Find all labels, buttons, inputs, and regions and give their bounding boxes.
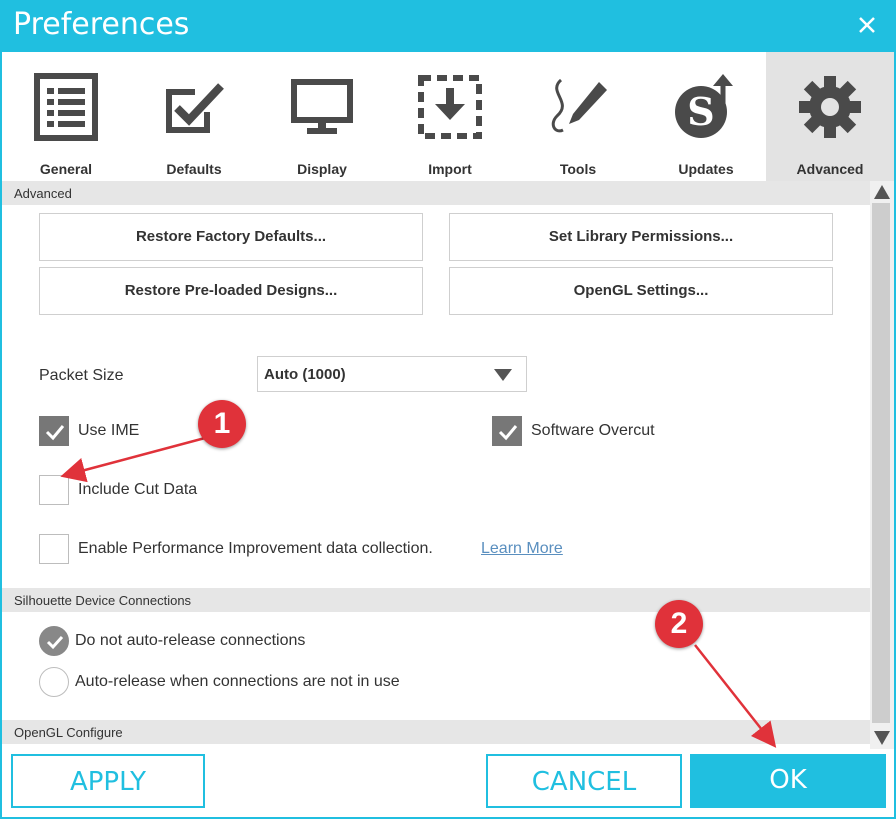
- tab-label: Display: [297, 161, 347, 177]
- checkmark-icon: [46, 635, 64, 650]
- section-header-device-connections: Silhouette Device Connections: [2, 588, 870, 612]
- tab-import[interactable]: Import: [386, 52, 514, 181]
- title-bar: Preferences: [0, 0, 896, 52]
- software-overcut-checkbox[interactable]: [492, 416, 522, 446]
- section-header-opengl: OpenGL Configure: [2, 720, 870, 744]
- dialog-footer: APPLY CANCEL OK: [2, 749, 894, 817]
- tab-label: Defaults: [166, 161, 222, 177]
- auto-release-radio[interactable]: [39, 667, 69, 697]
- tab-label: Tools: [559, 161, 597, 177]
- tab-label: General: [39, 161, 93, 177]
- packet-size-value: Auto (1000): [264, 366, 346, 383]
- tab-label: Import: [428, 161, 472, 177]
- software-overcut-label: Software Overcut: [531, 422, 655, 439]
- include-cut-data-label: Include Cut Data: [78, 481, 198, 498]
- tab-general[interactable]: General: [2, 52, 130, 181]
- use-ime-checkbox[interactable]: [39, 416, 69, 446]
- learn-more-link[interactable]: Learn More: [481, 540, 563, 558]
- opengl-settings-button[interactable]: OpenGL Settings...: [449, 267, 833, 315]
- tab-label: Advanced: [796, 161, 864, 177]
- preferences-tabs: General Defaults Display Import Tools S …: [2, 52, 894, 181]
- svg-text:S: S: [687, 89, 714, 134]
- pen-tool-icon: [551, 78, 607, 133]
- tab-label: Updates: [678, 161, 734, 177]
- include-cut-data-checkbox[interactable]: [39, 475, 69, 505]
- annotation-marker-2: 2: [655, 600, 703, 648]
- cancel-button[interactable]: CANCEL: [486, 754, 682, 808]
- tab-advanced[interactable]: Advanced: [766, 52, 894, 181]
- tab-defaults[interactable]: Defaults: [130, 52, 258, 181]
- window-title: Preferences: [13, 7, 190, 42]
- dropdown-arrow-icon: [494, 369, 512, 381]
- packet-size-label: Packet Size: [39, 367, 124, 384]
- packet-size-select[interactable]: Auto (1000): [257, 356, 527, 392]
- auto-release-label: Auto-release when connections are not in…: [75, 673, 400, 690]
- gear-icon: [799, 76, 861, 138]
- performance-data-label: Enable Performance Improvement data coll…: [78, 540, 433, 557]
- restore-factory-defaults-button[interactable]: Restore Factory Defaults...: [39, 213, 423, 261]
- import-icon: [418, 75, 482, 139]
- no-auto-release-label: Do not auto-release connections: [75, 632, 306, 649]
- scroll-down-arrow-icon[interactable]: [874, 731, 890, 745]
- set-library-permissions-button[interactable]: Set Library Permissions...: [449, 213, 833, 261]
- tab-updates[interactable]: S Updates: [642, 52, 770, 181]
- scroll-thumb[interactable]: [872, 203, 890, 723]
- ok-button[interactable]: OK: [690, 754, 886, 808]
- tab-tools[interactable]: Tools: [514, 52, 642, 181]
- checkmark-icon: [45, 425, 65, 441]
- close-icon[interactable]: [854, 12, 880, 38]
- list-document-icon: [34, 73, 98, 141]
- use-ime-label: Use IME: [78, 422, 140, 439]
- no-auto-release-radio[interactable]: [39, 626, 69, 656]
- silhouette-update-icon: S: [675, 74, 733, 138]
- preferences-content: Advanced Restore Factory Defaults... Set…: [2, 181, 870, 749]
- monitor-icon: [291, 79, 353, 134]
- tab-display[interactable]: Display: [258, 52, 386, 181]
- restore-preloaded-designs-button[interactable]: Restore Pre-loaded Designs...: [39, 267, 423, 315]
- section-header-advanced: Advanced: [2, 181, 870, 205]
- content-scrollbar[interactable]: [870, 181, 894, 749]
- apply-button[interactable]: APPLY: [11, 754, 205, 808]
- checkbox-edit-icon: [166, 83, 224, 133]
- checkmark-icon: [498, 425, 518, 441]
- performance-data-checkbox[interactable]: [39, 534, 69, 564]
- annotation-marker-1: 1: [198, 400, 246, 448]
- scroll-up-arrow-icon[interactable]: [874, 185, 890, 199]
